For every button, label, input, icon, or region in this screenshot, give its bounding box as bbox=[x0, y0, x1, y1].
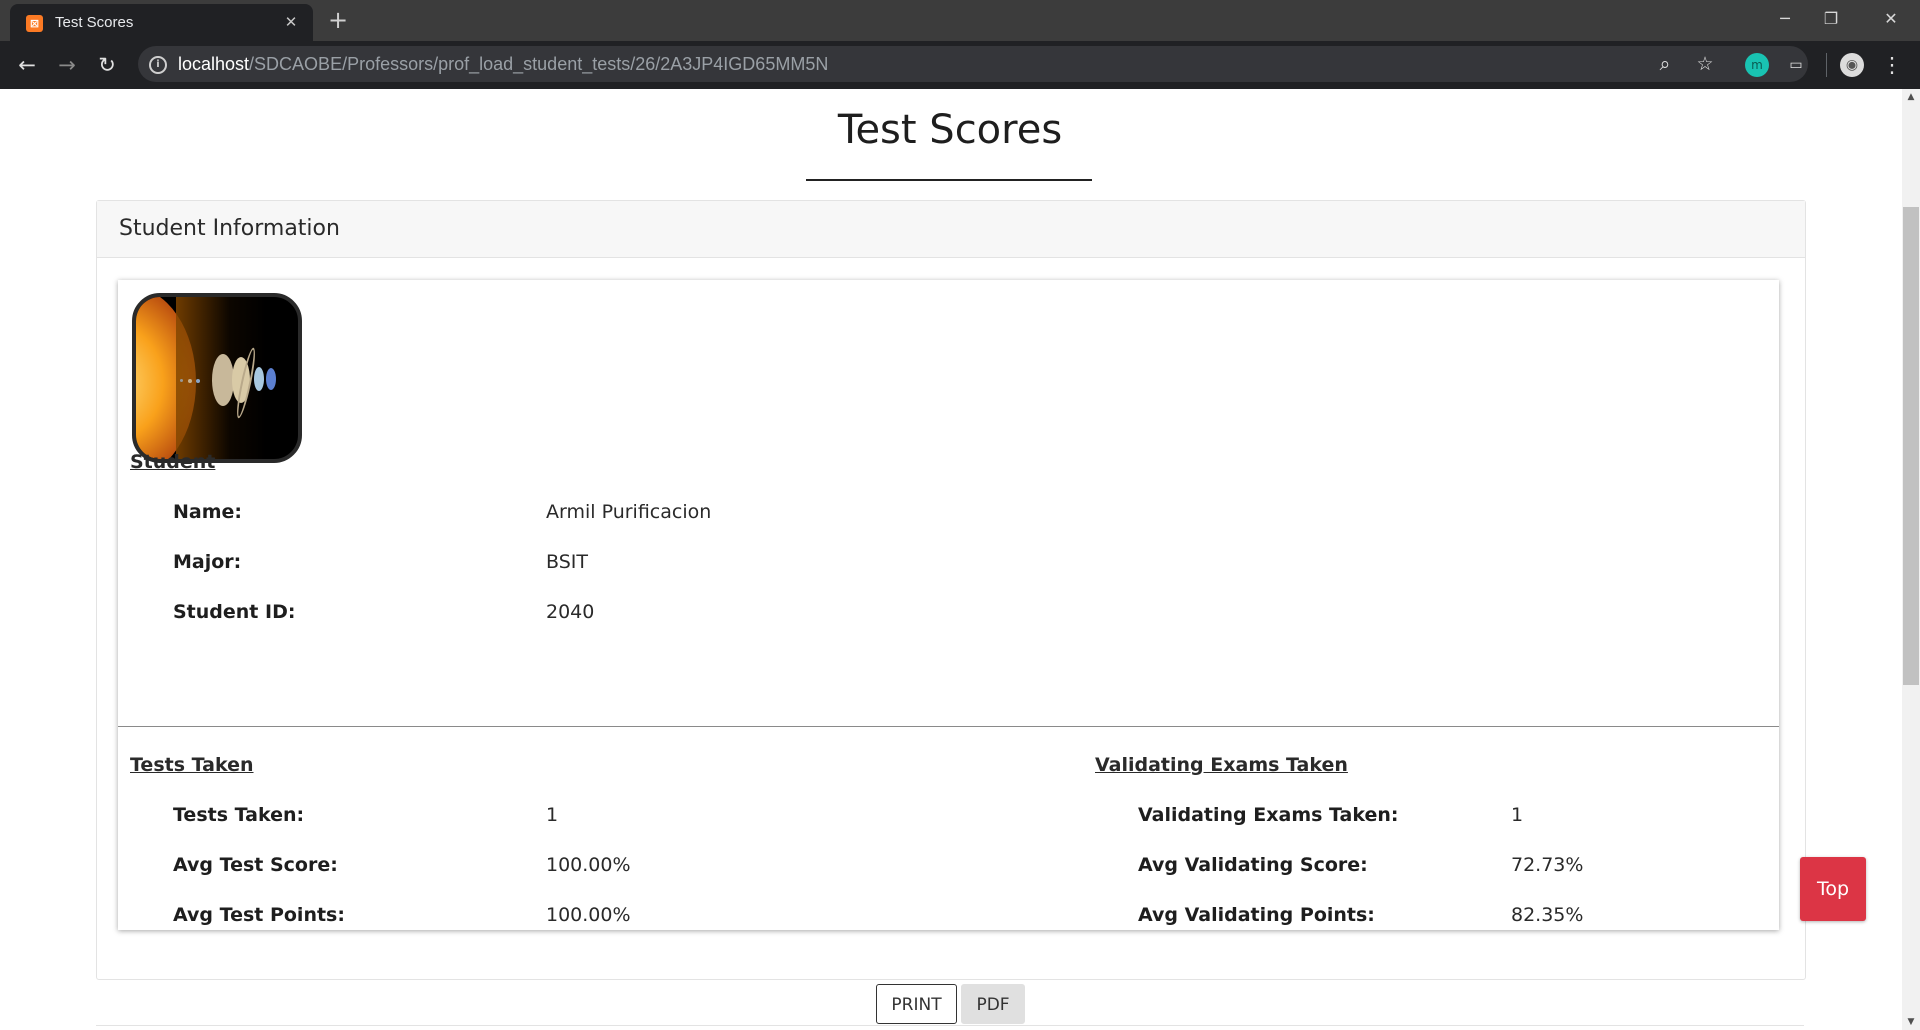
avatar-planet bbox=[254, 367, 264, 391]
scroll-up-icon[interactable]: ▲ bbox=[1902, 89, 1920, 105]
reload-icon[interactable]: ↻ bbox=[92, 50, 122, 80]
page-content: Test Scores Student Information Student … bbox=[0, 89, 1902, 1030]
student-major-value: BSIT bbox=[546, 551, 588, 573]
student-name-value: Armil Purificacion bbox=[546, 501, 712, 523]
avg-validating-score-label: Avg Validating Score: bbox=[1138, 854, 1368, 876]
profile-avatar-icon[interactable]: ◉ bbox=[1840, 53, 1864, 77]
browser-toolbar: ← → ↻ i localhost/SDCAOBE/Professors/pro… bbox=[0, 41, 1920, 89]
xampp-favicon-icon: ⊠ bbox=[26, 15, 43, 32]
print-button[interactable]: PRINT bbox=[876, 984, 957, 1024]
new-tab-button[interactable]: + bbox=[324, 6, 352, 34]
card-header: Student Information bbox=[97, 201, 1805, 258]
student-name-label: Name: bbox=[173, 501, 243, 523]
avg-validating-points-label: Avg Validating Points: bbox=[1138, 904, 1375, 926]
student-information-card: Student Information Student Name: Armil … bbox=[96, 200, 1806, 980]
zoom-icon[interactable]: ⌕ bbox=[1651, 50, 1679, 78]
tab-close-icon[interactable]: ✕ bbox=[281, 12, 301, 32]
avg-test-points-label: Avg Test Points: bbox=[173, 904, 345, 926]
toolbar-separator bbox=[1826, 53, 1827, 77]
avg-test-score-label: Avg Test Score: bbox=[173, 854, 338, 876]
pdf-button[interactable]: PDF bbox=[961, 984, 1025, 1024]
next-card-edge bbox=[96, 1025, 1804, 1030]
page-title: Test Scores bbox=[837, 107, 1063, 153]
student-id-label: Student ID: bbox=[173, 601, 296, 623]
validating-exams-section-title: Validating Exams Taken bbox=[1095, 754, 1348, 776]
close-window-icon[interactable]: ✕ bbox=[1868, 0, 1914, 38]
scroll-to-top-button[interactable]: Top bbox=[1800, 857, 1866, 921]
page-scrollbar[interactable]: ▲ ▼ bbox=[1902, 89, 1920, 1030]
tests-taken-label: Tests Taken: bbox=[173, 804, 305, 826]
back-arrow-icon[interactable]: ← bbox=[12, 50, 42, 80]
avatar-planet bbox=[266, 368, 276, 390]
student-avatar bbox=[132, 293, 302, 463]
tests-taken-value: 1 bbox=[546, 804, 559, 826]
minimize-icon[interactable]: ─ bbox=[1762, 0, 1808, 38]
browser-tab[interactable]: ⊠ Test Scores ✕ bbox=[10, 4, 313, 41]
student-major-label: Major: bbox=[173, 551, 242, 573]
avg-test-score-value: 100.00% bbox=[546, 854, 631, 876]
address-bar[interactable]: i localhost/SDCAOBE/Professors/prof_load… bbox=[138, 46, 1808, 82]
validating-exams-taken-label: Validating Exams Taken: bbox=[1138, 804, 1399, 826]
url-path: /SDCAOBE/Professors/prof_load_student_te… bbox=[249, 54, 829, 74]
validating-exams-taken-value: 1 bbox=[1511, 804, 1524, 826]
student-details-panel: Student Name: Armil Purificacion Major: … bbox=[118, 280, 1779, 930]
url-host: localhost bbox=[178, 54, 250, 74]
avg-validating-score-value: 72.73% bbox=[1511, 854, 1584, 876]
student-section-title: Student bbox=[130, 451, 216, 473]
extension-card-icon[interactable]: ▭ bbox=[1784, 53, 1808, 77]
menu-kebab-icon[interactable]: ⋮ bbox=[1880, 50, 1904, 80]
extension-m-icon[interactable]: m bbox=[1745, 53, 1769, 77]
url-text[interactable]: localhost/SDCAOBE/Professors/prof_load_s… bbox=[178, 54, 828, 75]
bookmark-star-icon[interactable]: ☆ bbox=[1691, 50, 1719, 78]
avg-test-points-value: 100.00% bbox=[546, 904, 631, 926]
section-divider bbox=[118, 726, 1779, 727]
forward-arrow-icon[interactable]: → bbox=[52, 50, 82, 80]
scroll-down-icon[interactable]: ▼ bbox=[1902, 1014, 1920, 1030]
restore-icon[interactable]: ❐ bbox=[1808, 0, 1854, 38]
browser-tab-bar: ⊠ Test Scores ✕ + ─ ❐ ✕ bbox=[0, 0, 1920, 41]
tests-taken-section-title: Tests Taken bbox=[130, 754, 254, 776]
student-id-value: 2040 bbox=[546, 601, 595, 623]
site-info-icon[interactable]: i bbox=[149, 56, 167, 74]
avatar-planet bbox=[188, 379, 192, 383]
tab-title: Test Scores bbox=[55, 14, 134, 31]
title-underline bbox=[806, 179, 1092, 181]
card-header-title: Student Information bbox=[119, 216, 340, 241]
avatar-planet bbox=[196, 379, 200, 383]
avatar-planet bbox=[212, 354, 234, 406]
avg-validating-points-value: 82.35% bbox=[1511, 904, 1584, 926]
avatar-planet bbox=[180, 379, 183, 382]
scrollbar-thumb[interactable] bbox=[1903, 207, 1919, 685]
